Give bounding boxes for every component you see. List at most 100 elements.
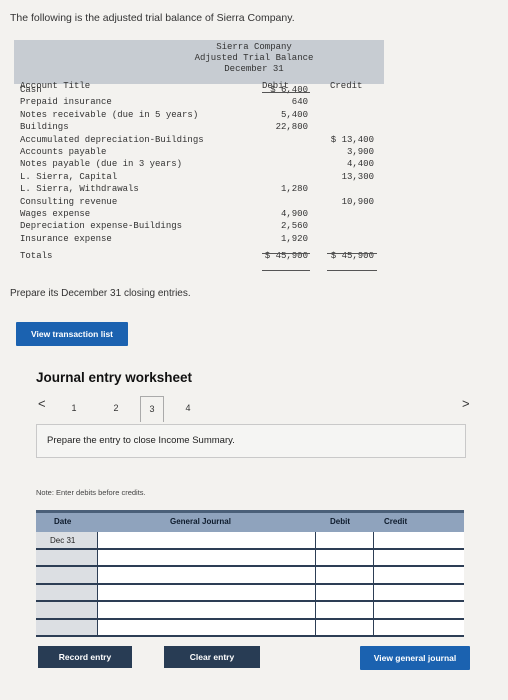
debit-double-rule: [262, 270, 310, 271]
journal-row: [36, 584, 464, 602]
journal-account-input[interactable]: [98, 584, 316, 600]
page-3-tab[interactable]: 3: [140, 396, 164, 422]
account-name: Wages expense: [20, 208, 91, 219]
debit-total-rule: [262, 253, 310, 254]
journal-col-credit: Credit: [384, 517, 408, 526]
journal-account-input[interactable]: [98, 549, 316, 565]
page-2-tab[interactable]: 2: [104, 396, 128, 422]
credit-amount: 10,900: [341, 196, 374, 207]
debit-header-rule: [262, 92, 310, 93]
trial-balance-row: Buildings 22,800: [14, 121, 384, 133]
debit-amount: 640: [291, 97, 308, 108]
next-page-icon[interactable]: >: [462, 396, 470, 411]
trial-balance-row: Insurance expense 1,920: [14, 233, 384, 245]
account-name: Prepaid insurance: [20, 97, 112, 108]
statement-title: Adjusted Trial Balance: [194, 53, 314, 63]
journal-row: Dec 31: [36, 532, 464, 550]
view-general-journal-button[interactable]: View general journal: [360, 646, 470, 670]
entry-instruction-box: Prepare the entry to close Income Summar…: [36, 424, 466, 458]
page-1-tab[interactable]: 1: [62, 396, 86, 422]
journal-col-debit: Debit: [330, 517, 350, 526]
journal-credit-input[interactable]: [374, 549, 464, 565]
journal-header: Date General Journal Debit Credit: [36, 510, 464, 532]
journal-debit-input[interactable]: [316, 584, 374, 600]
trial-balance-table: Sierra Company Adjusted Trial Balance De…: [14, 40, 384, 272]
journal-date-cell[interactable]: [36, 567, 98, 583]
trial-balance-row: Consulting revenue 10,900: [14, 196, 384, 208]
journal-date-cell[interactable]: Dec 31: [36, 532, 98, 548]
journal-date-cell[interactable]: [36, 619, 98, 635]
debit-amount: $ 45,900: [264, 251, 308, 262]
debit-amount: 2,560: [280, 221, 308, 232]
account-name: Notes payable (due in 3 years): [20, 159, 183, 170]
journal-credit-input[interactable]: [374, 602, 464, 618]
company-name: Sierra Company: [216, 42, 292, 52]
journal-debit-input[interactable]: [316, 602, 374, 618]
journal-account-input[interactable]: [98, 567, 316, 583]
trial-balance-row: Prepaid insurance 640: [14, 96, 384, 108]
credit-amount: $ 45,900: [330, 251, 374, 262]
trial-balance-rows: Cash $ 6,400 Prepaid insurance 640 Notes rec…: [14, 84, 384, 262]
intro-text: The following is the adjusted trial bala…: [10, 12, 295, 24]
account-name: L. Sierra, Capital: [20, 171, 118, 182]
journal-debit-input[interactable]: [316, 549, 374, 565]
account-name: Accumulated depreciation-Buildings: [20, 134, 204, 145]
page-4-tab[interactable]: 4: [176, 396, 200, 422]
trial-balance-row: Accumulated depreciation-Buildings $ 13,4…: [14, 134, 384, 146]
trial-balance-row: L. Sierra, Withdrawals 1,280: [14, 183, 384, 195]
trial-balance-row: Depreciation expense-Buildings 2,560: [14, 220, 384, 232]
journal-row: [36, 619, 464, 637]
trial-balance-row: L. Sierra, Capital 13,300: [14, 171, 384, 183]
debit-amount: 1,280: [280, 184, 308, 195]
credit-amount: 4,400: [346, 159, 374, 170]
journal-credit-input[interactable]: [374, 532, 464, 548]
trial-balance-row: Notes receivable (due in 5 years) 5,400: [14, 109, 384, 121]
account-name: Insurance expense: [20, 233, 112, 244]
journal-credit-input[interactable]: [374, 567, 464, 583]
credit-double-rule: [327, 270, 377, 271]
trial-balance-row: Wages expense 4,900: [14, 208, 384, 220]
prepare-instruction: Prepare its December 31 closing entries.: [10, 288, 191, 299]
col-debit: Debit: [262, 81, 290, 91]
statement-date: December 31: [224, 64, 284, 74]
view-transaction-list-button[interactable]: View transaction list: [16, 322, 128, 346]
credit-amount: 3,900: [346, 146, 374, 157]
journal-col-date: Date: [54, 517, 72, 526]
worksheet-title: Journal entry worksheet: [36, 370, 193, 385]
col-credit: Credit: [330, 81, 363, 91]
journal-credit-input[interactable]: [374, 584, 464, 600]
account-name: Totals: [20, 251, 53, 262]
journal-credit-input[interactable]: [374, 619, 464, 635]
clear-entry-button[interactable]: Clear entry: [164, 646, 260, 668]
credit-total-rule: [327, 253, 377, 254]
journal-debit-input[interactable]: [316, 567, 374, 583]
debit-credit-note: Note: Enter debits before credits.: [36, 488, 146, 497]
journal-row: [36, 549, 464, 567]
journal-debit-input[interactable]: [316, 619, 374, 635]
col-account-title: Account Title: [20, 81, 91, 91]
journal-col-general: General Journal: [170, 517, 231, 526]
account-name: Consulting revenue: [20, 196, 118, 207]
journal-entry-table: Date General Journal Debit Credit Dec 31: [36, 510, 464, 637]
trial-balance-row: Notes payable (due in 3 years) 4,400: [14, 158, 384, 170]
account-name: Notes receivable (due in 5 years): [20, 109, 199, 120]
journal-account-input[interactable]: [98, 602, 316, 618]
prev-page-icon[interactable]: <: [38, 396, 46, 411]
journal-date-cell[interactable]: [36, 584, 98, 600]
account-name: L. Sierra, Withdrawals: [20, 184, 139, 195]
credit-amount: $ 13,400: [330, 134, 374, 145]
journal-debit-input[interactable]: [316, 532, 374, 548]
debit-amount: 5,400: [280, 109, 308, 120]
entry-instruction-text: Prepare the entry to close Income Summar…: [47, 435, 235, 446]
trial-balance-row: Totals $ 45,900 $ 45,900: [14, 250, 384, 262]
journal-account-input[interactable]: [98, 532, 316, 548]
journal-date-cell[interactable]: [36, 549, 98, 565]
journal-date-cell[interactable]: [36, 602, 98, 618]
debit-amount: 22,800: [275, 122, 308, 133]
credit-amount: 13,300: [341, 171, 374, 182]
record-entry-button[interactable]: Record entry: [38, 646, 132, 668]
account-name: Accounts payable: [20, 146, 107, 157]
trial-balance-header: Sierra Company Adjusted Trial Balance De…: [14, 40, 384, 84]
account-name: Buildings: [20, 122, 69, 133]
journal-account-input[interactable]: [98, 619, 316, 635]
